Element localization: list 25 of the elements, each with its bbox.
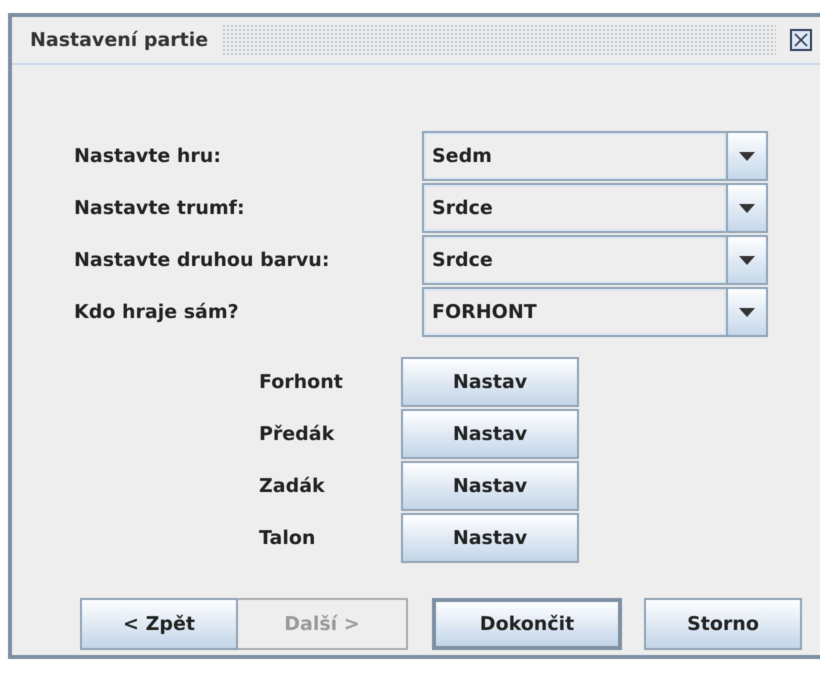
setting-label: Nastavte hru: xyxy=(74,145,222,167)
player-label: Forhont xyxy=(259,371,344,393)
close-icon[interactable] xyxy=(790,29,812,51)
dropdown[interactable]: Sedm xyxy=(422,131,768,181)
player-label: Talon xyxy=(259,527,316,549)
dropdown[interactable]: Srdce xyxy=(422,183,768,233)
dropdown-arrow-icon xyxy=(739,204,755,212)
wizard-button[interactable]: < Zpět xyxy=(80,598,238,650)
wizard-button[interactable]: Dokončit xyxy=(432,598,622,650)
set-button[interactable]: Nastav xyxy=(401,461,579,511)
dropdown-arrow-icon xyxy=(739,256,755,264)
set-button[interactable]: Nastav xyxy=(401,513,579,563)
player-label: Zadák xyxy=(259,475,326,497)
dropdown-arrow-icon xyxy=(739,308,755,316)
setting-label: Nastavte druhou barvu: xyxy=(74,249,330,271)
window-title: Nastavení partie xyxy=(30,29,208,51)
set-button[interactable]: Nastav xyxy=(401,357,579,407)
setting-label: Kdo hraje sám? xyxy=(74,301,240,323)
set-button[interactable]: Nastav xyxy=(401,409,579,459)
dropdown-arrow-icon xyxy=(739,152,755,160)
player-label: Předák xyxy=(259,423,336,445)
dropdown[interactable]: Srdce xyxy=(422,235,768,285)
wizard-button[interactable]: Storno xyxy=(644,598,802,650)
setting-label: Nastavte trumf: xyxy=(74,197,246,219)
dropdown[interactable]: FORHONT xyxy=(422,287,768,337)
